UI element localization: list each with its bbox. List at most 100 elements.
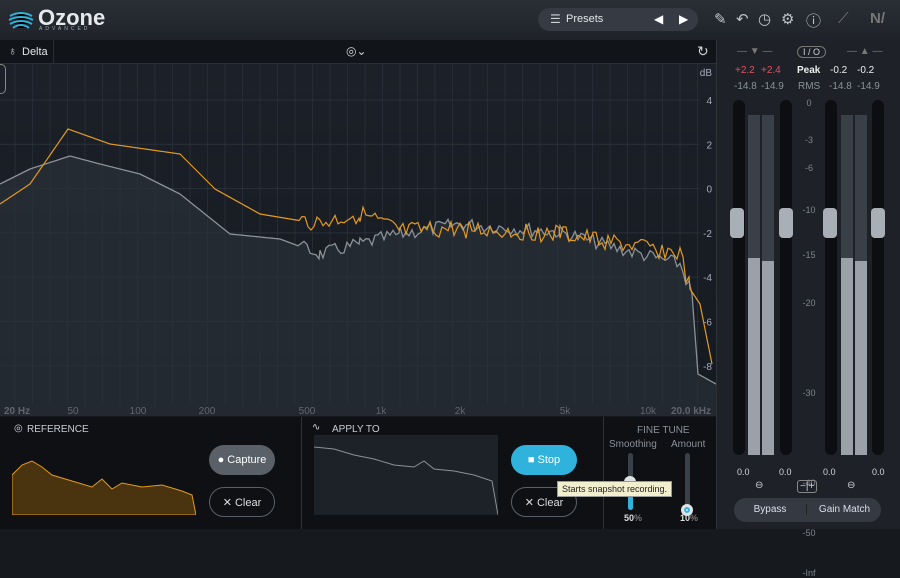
bypass-gainmatch-group: Bypass Gain Match — [734, 498, 881, 522]
input-peak-right: +2.4 — [761, 65, 781, 76]
scroll-handle[interactable] — [0, 64, 6, 94]
meter-scale-label: -10 — [802, 205, 816, 215]
output-gain-track[interactable] — [825, 100, 837, 455]
signal-chain-icon[interactable]: ⟋ — [838, 10, 849, 27]
amount-label: Amount — [671, 439, 706, 450]
amount-slider[interactable] — [681, 453, 693, 516]
next-preset-icon[interactable]: ▶ — [679, 12, 688, 26]
amount-value: 10% — [680, 513, 699, 523]
stop-label: Stop — [537, 454, 561, 466]
target-icon: ◎ — [14, 423, 23, 434]
clear-label: Clear — [234, 497, 262, 509]
input-gain-track[interactable] — [733, 100, 745, 455]
y-tick-label: -8 — [703, 362, 712, 373]
input-gain-left[interactable]: 0.0 — [737, 467, 750, 477]
output-link-icon[interactable]: ⊖ — [847, 480, 855, 491]
fine-tune-panel: FINE TUNE Smoothing Amount 50% 10% — [604, 417, 716, 529]
smoothing-label: Smoothing — [609, 439, 657, 450]
output-peak-right: -0.2 — [857, 65, 875, 76]
undo-icon[interactable]: ↶ — [736, 10, 749, 28]
reference-clear-button[interactable]: ✕ Clear — [209, 487, 275, 517]
delta-label: Delta — [22, 46, 48, 58]
rms-label: RMS — [798, 81, 821, 92]
gain-match-button[interactable]: Gain Match — [808, 504, 881, 515]
y-tick-label: 2 — [706, 140, 712, 151]
apply-to-title: APPLY TO — [332, 424, 380, 435]
output-gain-right[interactable]: 0.0 — [872, 467, 885, 477]
input-link-icon[interactable]: ⊖ — [755, 480, 763, 491]
top-bar: Ozone ADVANCED ☰ Presets ◀ ▶ ✎ ↶ ◷ ⚙ ⓘ ⟋… — [0, 0, 900, 40]
smoothing-value: 50% — [624, 513, 643, 523]
peak-label: Peak — [797, 65, 821, 76]
reference-thumbnail — [12, 460, 196, 515]
stop-square-icon: ■ — [527, 454, 535, 466]
input-meter-left — [748, 115, 760, 455]
input-peak-left: +2.2 — [735, 65, 755, 76]
capture-button[interactable]: ● Capture — [209, 445, 275, 475]
x-icon: ✕ — [524, 497, 534, 509]
y-unit-label: dB — [700, 68, 713, 79]
reset-icon[interactable]: ↻ — [697, 43, 709, 60]
stop-button[interactable]: ■ Stop — [511, 445, 577, 475]
input-gain-handle-right[interactable] — [779, 208, 793, 238]
output-gain-track-right[interactable] — [872, 100, 884, 455]
list-icon: ☰ — [550, 12, 561, 26]
x-icon: ✕ — [222, 497, 232, 509]
io-meters: — ▼ — I / O — ▲ — +2.2 +2.4 Peak -0.2 -0… — [716, 40, 900, 578]
input-rms-right: -14.9 — [761, 81, 784, 92]
output-meter-left — [841, 115, 853, 455]
presets-label[interactable]: Presets — [566, 13, 603, 25]
reference-panel: ◎ REFERENCE ● Capture ✕ Clear — [0, 417, 302, 529]
stereo-mode-icon[interactable]: ◎⌄ — [346, 44, 367, 58]
meter-scale-label: -Inf — [802, 568, 816, 578]
help-icon[interactable]: ⓘ — [806, 10, 821, 31]
output-rms-right: -14.9 — [857, 81, 880, 92]
prev-preset-icon[interactable]: ◀ — [654, 12, 663, 26]
y-tick-label: 0 — [706, 185, 712, 196]
input-gain-handle[interactable] — [730, 208, 744, 238]
io-button[interactable]: I / O — [797, 46, 827, 58]
meter-scale-label: -30 — [802, 388, 816, 398]
tooltip: Starts snapshot recording. — [557, 481, 673, 497]
input-collapse-icon[interactable]: — ▼ — — [737, 46, 772, 57]
spectrum-display[interactable]: 420-2-4-6-8dB20 Hz501002005001k2k5k10k20… — [0, 64, 717, 417]
meter-scale-label: -20 — [802, 298, 816, 308]
app-edition: ADVANCED — [39, 26, 91, 32]
apply-to-panel: ∿ APPLY TO ■ Stop ✕ Clear — [302, 417, 604, 529]
meter-scale-label: -15 — [802, 250, 816, 260]
spectrum-toolbar: ♁ Delta ◎⌄ ↻ — [0, 40, 716, 64]
reference-title: REFERENCE — [27, 424, 89, 435]
output-gain-left[interactable]: 0.0 — [823, 467, 836, 477]
output-gain-handle[interactable] — [823, 208, 837, 238]
ni-logo-icon: N/ — [870, 10, 885, 27]
output-collapse-icon[interactable]: — ▲ — — [847, 46, 882, 57]
bypass-button[interactable]: Bypass — [734, 504, 807, 515]
meter-scale-label: -50 — [802, 528, 816, 538]
waveform-icon: ∿ — [312, 422, 321, 433]
meter-scale-label: -3 — [804, 135, 813, 145]
y-tick-label: 4 — [706, 96, 712, 107]
bottom-panel: ◎ REFERENCE ● Capture ✕ Clear ∿ APPLY TO… — [0, 417, 716, 529]
presets-bar[interactable]: ☰ Presets ◀ ▶ — [538, 8, 698, 31]
meter-scale-label: -6 — [804, 163, 813, 173]
ozone-logo-icon — [8, 12, 34, 29]
output-gain-handle-right[interactable] — [871, 208, 885, 238]
input-meter-right — [762, 115, 774, 455]
output-peak-left: -0.2 — [830, 65, 848, 76]
clear-label: Clear — [536, 497, 564, 509]
delta-button[interactable]: ♁ Delta — [0, 40, 54, 64]
pencil-icon[interactable]: ✎ — [714, 10, 727, 28]
ear-icon: ♁ — [8, 44, 17, 58]
apply-to-thumbnail — [314, 435, 498, 515]
output-rms-left: -14.8 — [829, 81, 852, 92]
gear-icon[interactable]: ⚙ — [781, 10, 794, 28]
input-rms-left: -14.8 — [734, 81, 757, 92]
y-tick-label: -2 — [703, 229, 712, 240]
meter-scale-label: 0 — [806, 98, 812, 108]
offset-link-icon[interactable]: −|+ — [797, 480, 818, 493]
current-spectrum-fill — [0, 156, 716, 416]
input-gain-track-right[interactable] — [780, 100, 792, 455]
history-icon[interactable]: ◷ — [758, 10, 771, 28]
fine-tune-title: FINE TUNE — [637, 425, 690, 436]
input-gain-right[interactable]: 0.0 — [779, 467, 792, 477]
